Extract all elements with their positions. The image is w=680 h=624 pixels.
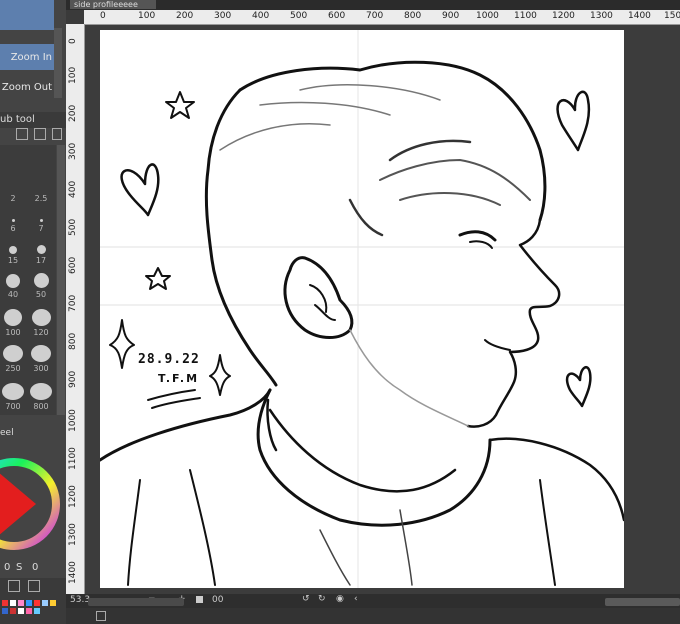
flip-icon[interactable]: ‹	[354, 594, 358, 604]
brush-size-value: 250	[5, 364, 21, 373]
brush-size-value: 2	[10, 194, 16, 203]
delete-subtool-icon[interactable]	[52, 128, 62, 140]
brush-size-cell[interactable]: 800	[28, 383, 54, 411]
vertical-ruler: 0 100 200 300 400 500 600 700 800 900 10…	[66, 24, 85, 594]
panel-scrollbar[interactable]	[54, 28, 62, 98]
ruler-tick: 300	[214, 11, 232, 21]
brush-size-value: 700	[5, 402, 21, 411]
document-tab[interactable]: side profileeeee	[70, 0, 156, 9]
color-swatches[interactable]	[2, 600, 64, 620]
brush-size-value: 6	[10, 224, 16, 233]
ruler-tick: 1300	[590, 11, 613, 21]
brush-size-cell[interactable]: 2.5	[28, 175, 54, 203]
color-value-0: 0	[4, 562, 11, 573]
swap-color-icon[interactable]	[8, 580, 20, 592]
ruler-tick: 600	[328, 11, 346, 21]
brush-size-value: 120	[33, 328, 49, 337]
ruler-tick: 1300	[68, 523, 78, 546]
ruler-tick: 1200	[68, 485, 78, 508]
color-wheel-label: eel	[0, 428, 14, 438]
ruler-tick: 1000	[476, 11, 499, 21]
ruler-tick: 1100	[514, 11, 537, 21]
ruler-tick: 800	[68, 332, 78, 350]
reset-rotation-icon[interactable]: ◉	[336, 594, 344, 604]
rotation-angle[interactable]: 00	[212, 595, 223, 605]
brush-size-value: 100	[5, 328, 21, 337]
color-wheel[interactable]	[0, 440, 66, 570]
brush-size-cell[interactable]: 40	[0, 271, 26, 299]
transparent-color-icon[interactable]	[28, 580, 40, 592]
brush-size-cell[interactable]: 6	[0, 205, 26, 233]
ruler-tick: 200	[68, 104, 78, 122]
horizontal-ruler: 0 100 200 300 400 500 600 700 800 900 10…	[84, 10, 680, 25]
color-value-s: S	[16, 562, 23, 573]
brush-size-cell[interactable]: 17	[28, 237, 54, 265]
color-swatch-area	[0, 578, 66, 624]
brush-size-cell[interactable]: 15	[0, 237, 26, 265]
layer-icon[interactable]	[96, 611, 106, 621]
brush-size-value: 50	[35, 290, 47, 299]
drawing-date: 28.9.22	[138, 352, 200, 367]
brush-size-value: 17	[35, 256, 47, 265]
subtool-label: ub tool	[0, 114, 35, 125]
brush-size-cell[interactable]: 100	[0, 309, 26, 337]
ruler-tick: 600	[68, 256, 78, 274]
brush-size-cell[interactable]: 250	[0, 345, 26, 373]
color-value-v: 0	[32, 562, 39, 573]
bottom-toolbar	[66, 608, 680, 624]
brush-size-cell[interactable]: 7	[28, 205, 54, 233]
brush-size-value: 40	[7, 290, 19, 299]
ruler-tick: 500	[290, 11, 308, 21]
ruler-tick: 900	[68, 370, 78, 388]
ruler-tick: 500	[68, 218, 78, 236]
brush-size-value: 2.5	[34, 194, 48, 203]
brush-size-cell[interactable]: 700	[0, 383, 26, 411]
brush-size-cell[interactable]: 120	[28, 309, 54, 337]
new-subtool-icon[interactable]	[16, 128, 28, 140]
subtool-actions	[14, 128, 64, 142]
rotate-right-icon[interactable]: ↻	[318, 594, 326, 604]
ruler-tick: 100	[68, 66, 78, 84]
drawing-canvas[interactable]: 28.9.22 T.F.M	[100, 30, 624, 588]
brush-size-palette: 2 2.5 6 7 15 17 40 50 100 120 250 300 70…	[0, 145, 56, 415]
zoom-in-button[interactable]: Zoom In	[0, 44, 54, 70]
color-wheel-panel: eel 0 S 0	[0, 426, 66, 576]
zoom-slider[interactable]	[88, 598, 184, 606]
ruler-tick: 300	[68, 142, 78, 160]
ruler-tick: 1000	[68, 409, 78, 432]
drawing-initials: T.F.M	[158, 372, 200, 385]
ruler-tick: 700	[68, 294, 78, 312]
ruler-tick: 400	[252, 11, 270, 21]
ruler-tick: 400	[68, 180, 78, 198]
ruler-tick: 100	[138, 11, 156, 21]
fit-icon[interactable]	[196, 596, 203, 603]
ruler-tick: 900	[442, 11, 460, 21]
ruler-tick: 700	[366, 11, 384, 21]
ruler-tick: 1100	[68, 447, 78, 470]
panel-header-highlight	[0, 0, 54, 30]
horizontal-scrollbar[interactable]	[605, 598, 680, 606]
brush-size-value: 7	[38, 224, 44, 233]
ruler-tick: 1500	[664, 11, 680, 21]
brush-palette-scrollbar[interactable]	[57, 145, 65, 415]
rotate-left-icon[interactable]: ↺	[302, 594, 310, 604]
copy-subtool-icon[interactable]	[34, 128, 46, 140]
line-art-drawing	[100, 30, 624, 588]
ruler-tick: 800	[404, 11, 422, 21]
ruler-tick: 1200	[552, 11, 575, 21]
ruler-tick: 1400	[628, 11, 651, 21]
brush-size-cell[interactable]: 2	[0, 175, 26, 203]
zoom-out-button[interactable]: Zoom Out	[0, 74, 54, 100]
document-tab-bar	[66, 0, 680, 10]
ruler-tick: 200	[176, 11, 194, 21]
subtool-header: ub tool	[0, 112, 66, 128]
brush-size-value: 15	[7, 256, 19, 265]
ruler-tick: 0	[68, 38, 78, 44]
ruler-tick: 0	[100, 11, 106, 21]
brush-size-value: 300	[33, 364, 49, 373]
brush-size-value: 800	[33, 402, 49, 411]
brush-size-cell[interactable]: 300	[28, 345, 54, 373]
brush-size-cell[interactable]: 50	[28, 271, 54, 299]
ruler-tick: 1400	[68, 561, 78, 584]
